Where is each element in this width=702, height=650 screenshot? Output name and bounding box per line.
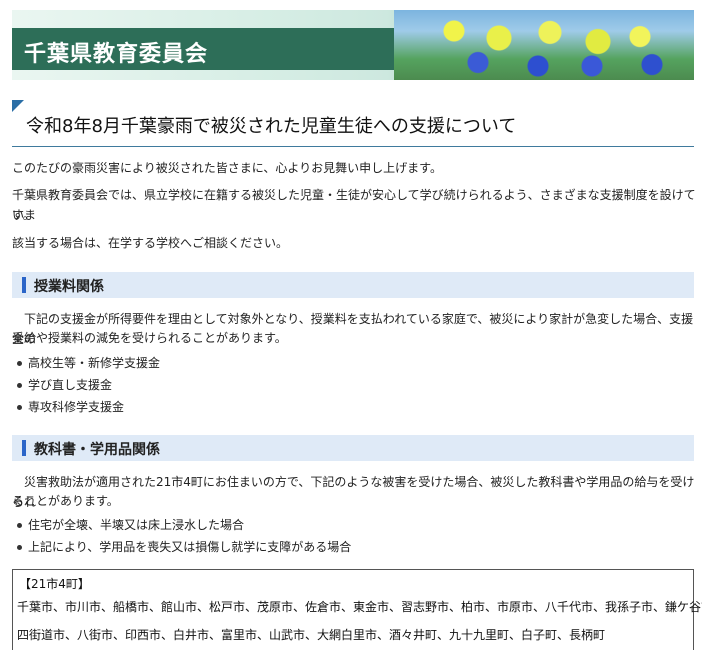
- section-heading-label: 教科書・学用品関係: [34, 442, 160, 458]
- section-heading-textbooks: 教科書・学用品関係: [12, 435, 694, 461]
- tuition-list: 高校生等・新修学支援金 学び直し支援金 専攻科修学支援金: [12, 352, 160, 418]
- tuition-body-2: 受給や授業料の減免を受けられることがあります。: [12, 331, 287, 345]
- bullet-icon: [17, 545, 22, 550]
- page-title-block: 令和8年8月千葉豪雨で被災された児童生徒への支援について: [12, 100, 694, 147]
- list-item-label: 上記により、学用品を喪失又は損傷し就学に支障がある場合: [28, 540, 352, 554]
- section-heading-label: 授業料関係: [34, 279, 104, 295]
- bullet-icon: [17, 405, 22, 410]
- bullet-icon: [17, 361, 22, 366]
- section-heading-tuition: 授業料関係: [12, 272, 694, 298]
- section-bar: [22, 277, 26, 293]
- list-item: 住宅が全壊、半壊又は床上浸水した場合: [12, 514, 351, 536]
- list-item-label: 学び直し支援金: [28, 378, 113, 392]
- site-title[interactable]: 千葉県教育委員会: [24, 36, 208, 68]
- bullet-icon: [17, 523, 22, 528]
- list-item-label: 住宅が全壊、半壊又は床上浸水した場合: [28, 518, 245, 532]
- page-title: 令和8年8月千葉豪雨で被災された児童生徒への支援について: [26, 116, 517, 137]
- municipalities-line-1: 千葉市、市川市、船橋市、館山市、松戸市、茂原市、佐倉市、東金市、習志野市、柏市、…: [17, 600, 702, 614]
- section-bar: [22, 440, 26, 456]
- textbooks-list: 住宅が全壊、半壊又は床上浸水した場合 上記により、学用品を喪失又は損傷し就学に支…: [12, 514, 351, 558]
- intro-paragraph-2-cont: す。: [12, 208, 35, 222]
- site-banner: 千葉県教育委員会: [12, 10, 694, 80]
- title-corner-mark: [12, 100, 24, 112]
- page: 千葉県教育委員会 令和8年8月千葉豪雨で被災された児童生徒への支援について この…: [0, 0, 702, 650]
- intro-paragraph-2: 千葉県教育委員会では、県立学校に在籍する被災した児童・生徒が安心して学び続けられ…: [12, 188, 696, 222]
- municipalities-line-2: 四街道市、八街市、印西市、白井市、富里市、山武市、大網白里市、酒々井町、九十九里…: [17, 628, 606, 642]
- list-item: 上記により、学用品を喪失又は損傷し就学に支障がある場合: [12, 536, 351, 558]
- banner-photo: [394, 10, 694, 80]
- list-item: 高校生等・新修学支援金: [12, 352, 160, 374]
- list-item: 学び直し支援金: [12, 374, 160, 396]
- bullet-icon: [17, 383, 22, 388]
- list-item-label: 高校生等・新修学支援金: [28, 356, 161, 370]
- intro-paragraph-1: このたびの豪雨災害により被災された皆さまに、心よりお見舞い申し上げます。: [12, 161, 442, 175]
- textbooks-body-2: ることがあります。: [12, 494, 119, 508]
- list-item: 専攻科修学支援金: [12, 396, 160, 418]
- intro-paragraph-3: 該当する場合は、在学する学校へご相談ください。: [12, 236, 289, 250]
- municipalities-title: 【21市4町】: [19, 577, 90, 591]
- municipalities-box: 【21市4町】 千葉市、市川市、船橋市、館山市、松戸市、茂原市、佐倉市、東金市、…: [12, 569, 702, 650]
- list-item-label: 専攻科修学支援金: [28, 400, 125, 414]
